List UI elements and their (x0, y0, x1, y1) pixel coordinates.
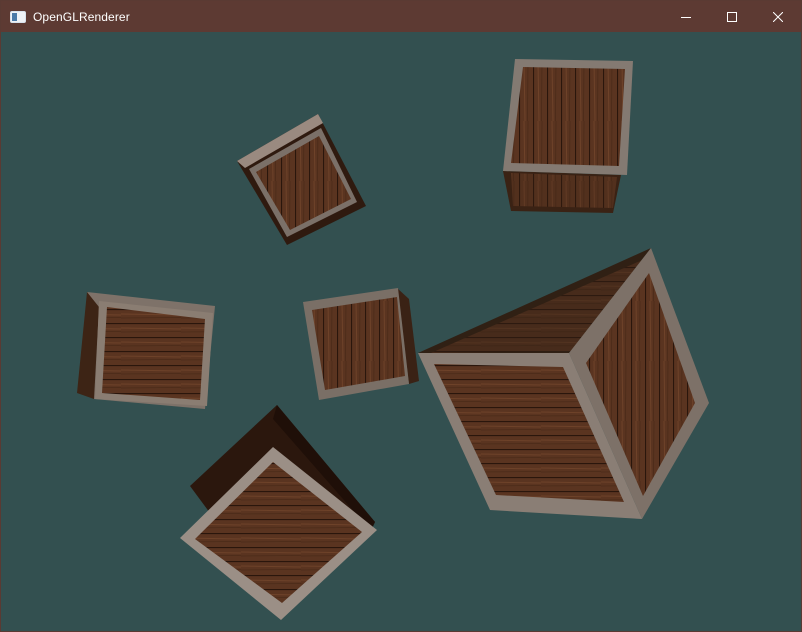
window-controls (663, 1, 801, 32)
window-app-icon (10, 10, 26, 23)
render-viewport[interactable] (1, 32, 801, 631)
crate-3 (77, 292, 215, 409)
title-bar[interactable]: OpenGLRenderer (1, 1, 801, 32)
close-button[interactable] (755, 1, 801, 32)
minimize-button[interactable] (663, 1, 709, 32)
window-title: OpenGLRenderer (33, 9, 130, 24)
crate-4 (303, 288, 419, 400)
scene-canvas (1, 32, 801, 631)
crate-2 (503, 59, 633, 213)
minimize-icon (681, 16, 691, 18)
maximize-button[interactable] (709, 1, 755, 32)
maximize-icon (727, 11, 737, 22)
close-icon (773, 11, 783, 22)
app-window: OpenGLRenderer (0, 0, 802, 632)
